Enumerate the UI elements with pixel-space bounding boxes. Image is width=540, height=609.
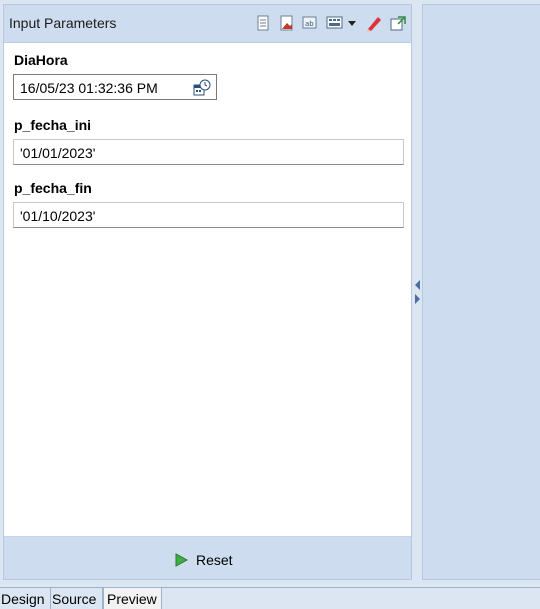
- tab-preview[interactable]: Preview: [103, 588, 162, 609]
- datetime-value: 16/05/23 01:32:36 PM: [20, 80, 158, 96]
- input-parameters-panel: Input Parameters ab DiaHora 16/05/23 01:…: [3, 4, 412, 580]
- editor-tabs: Design Source Preview: [0, 587, 540, 609]
- edit-pencil-icon[interactable]: [365, 14, 383, 32]
- field-value: '01/10/2023': [20, 208, 96, 224]
- export-icon[interactable]: [254, 14, 272, 32]
- param-label-diahora: DiaHora: [14, 52, 68, 68]
- dropdown-arrow-icon[interactable]: [346, 14, 358, 32]
- new-window-icon[interactable]: [389, 14, 407, 32]
- reset-label: Reset: [196, 552, 233, 568]
- bookmark-icon[interactable]: [278, 14, 296, 32]
- splitter-handle[interactable]: [412, 4, 422, 580]
- layout-icon[interactable]: [326, 14, 344, 32]
- datetime-field-diahora[interactable]: 16/05/23 01:32:36 PM: [13, 74, 217, 100]
- calendar-clock-icon[interactable]: [193, 79, 211, 97]
- find-icon[interactable]: ab: [301, 14, 319, 32]
- panel-title: Input Parameters: [9, 15, 117, 31]
- collapse-left-arrow-icon[interactable]: [415, 280, 420, 290]
- param-label-p-fecha-ini: p_fecha_ini: [14, 117, 92, 133]
- panel-footer: Reset: [4, 536, 411, 579]
- tab-design[interactable]: Design: [0, 588, 51, 609]
- param-label-p-fecha-fin: p_fecha_fin: [14, 180, 92, 196]
- expand-right-arrow-icon[interactable]: [415, 294, 420, 304]
- play-icon: [175, 553, 188, 567]
- svg-text:ab: ab: [305, 20, 314, 28]
- field-value: '01/01/2023': [20, 145, 96, 161]
- text-field-p-fecha-ini[interactable]: '01/01/2023': [13, 139, 404, 165]
- tab-source[interactable]: Source: [51, 588, 103, 609]
- text-field-p-fecha-fin[interactable]: '01/10/2023': [13, 202, 404, 228]
- panel-header: Input Parameters ab: [4, 5, 411, 43]
- right-pane: [422, 4, 540, 580]
